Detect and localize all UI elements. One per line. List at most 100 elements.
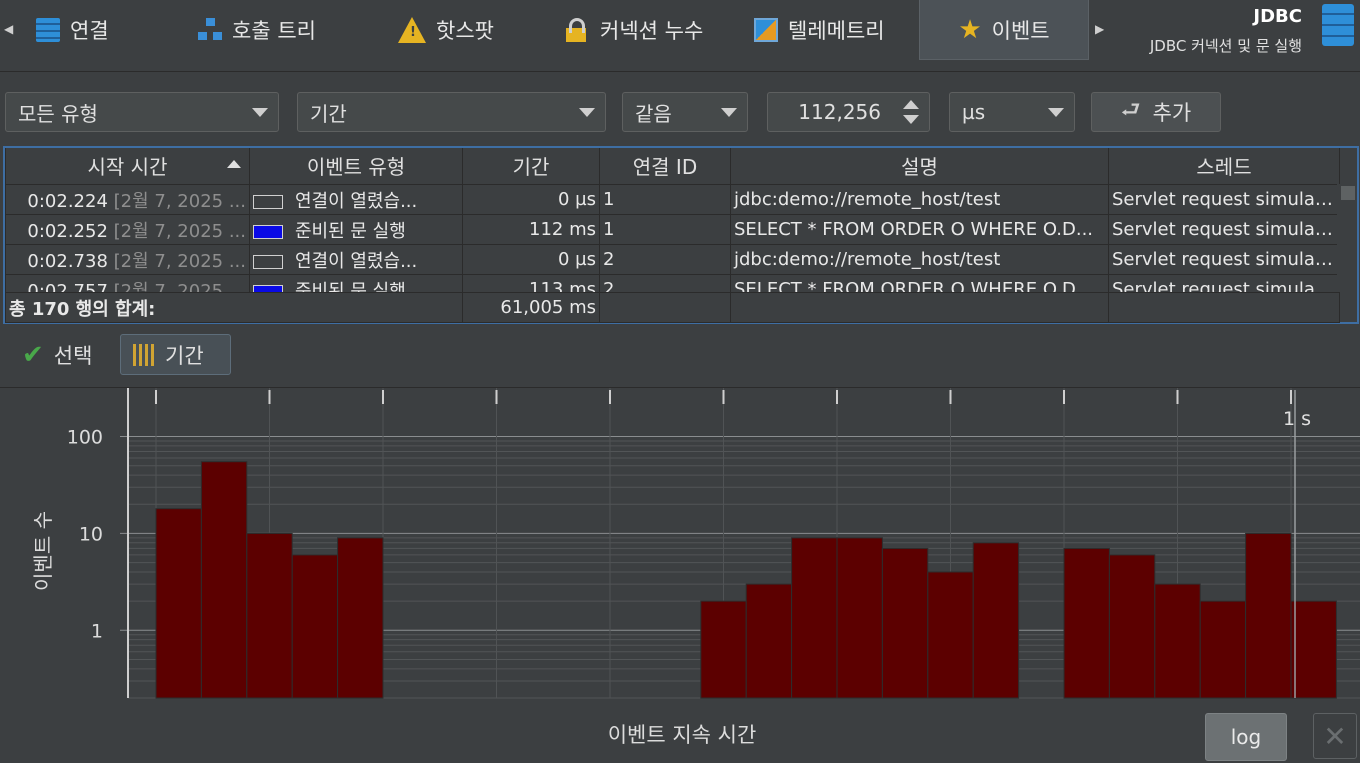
histogram-bar xyxy=(1063,547,1110,699)
column-header-connection-id[interactable]: 연결 ID xyxy=(599,148,731,185)
histogram-bar xyxy=(155,508,202,699)
tab-label: 핫스팟 xyxy=(436,19,494,43)
event-type-value: 모든 유형 xyxy=(18,101,98,126)
table-row[interactable]: 0:02.757 [2월 7, 2025 ... 준비된 문 실행 113 ms… xyxy=(5,274,1339,292)
tab-label: 이벤트 xyxy=(991,18,1050,43)
filter-value-spinner[interactable]: 112,256 xyxy=(767,92,930,132)
tab-telemetry[interactable]: 텔레메트리 xyxy=(740,0,899,60)
close-icon: ✕ xyxy=(1323,719,1347,753)
select-mode-button[interactable]: ✔ 선택 xyxy=(10,334,104,376)
star-icon: ★ xyxy=(958,14,982,45)
event-type-select[interactable]: 모든 유형 xyxy=(5,92,279,132)
table-scrollbar[interactable] xyxy=(1337,184,1355,292)
histogram-bar xyxy=(881,547,929,699)
histogram-icon xyxy=(133,343,155,366)
filter-field-value: 기간 xyxy=(310,101,347,126)
filter-unit-value: µs xyxy=(962,100,986,124)
events-table[interactable]: 시작 시간 이벤트 유형 기간 연결 ID 설명 스레드 0:02.224 [2… xyxy=(3,146,1359,324)
cell-duration: 113 ms xyxy=(462,274,600,292)
cell-description: SELECT * FROM ORDER O WHERE O.D... xyxy=(730,214,1109,245)
warning-icon: ! xyxy=(398,17,426,43)
filter-field-select[interactable]: 기간 xyxy=(297,92,606,132)
total-label: 총 170 행의 합계: xyxy=(5,292,463,323)
cell-event-type: 준비된 문 실행 xyxy=(249,274,463,292)
call-tree-icon xyxy=(198,18,222,42)
add-filter-button[interactable]: ⮐ 추가 xyxy=(1091,92,1221,132)
histogram-bar xyxy=(1290,600,1337,699)
histogram-bar xyxy=(972,542,1020,699)
spinner-down-icon[interactable] xyxy=(903,115,919,124)
events-table-header: 시작 시간 이벤트 유형 기간 연결 ID 설명 스레드 xyxy=(5,148,1340,185)
x-axis-label: 이벤트 지속 시간 xyxy=(608,723,757,747)
cell-connection-id: 2 xyxy=(599,274,731,292)
column-header-event-type[interactable]: 이벤트 유형 xyxy=(249,148,463,185)
cell-start-time: 0:02.252 [2월 7, 2025 ... xyxy=(5,214,250,245)
column-label: 설명 xyxy=(901,155,938,180)
database-icon xyxy=(36,18,60,42)
view-subtitle: JDBC 커넥션 및 문 실행 xyxy=(1149,37,1302,55)
table-scrollbar-thumb[interactable] xyxy=(1341,186,1355,200)
cell-event-type: 연결이 열렸습... xyxy=(249,184,463,215)
log-label: log xyxy=(1230,725,1262,749)
chevron-down-icon xyxy=(252,108,268,117)
close-chart-button[interactable]: ✕ xyxy=(1313,713,1357,759)
table-row[interactable]: 0:02.252 [2월 7, 2025 ... 준비된 문 실행 112 ms… xyxy=(5,214,1339,245)
filter-operator-select[interactable]: 같음 xyxy=(622,92,748,132)
column-label: 기간 xyxy=(512,155,550,180)
histogram-bar xyxy=(700,600,747,699)
y-tick-label: 1 xyxy=(91,620,103,642)
cell-start-time: 0:02.757 [2월 7, 2025 ... xyxy=(5,274,250,292)
lock-icon xyxy=(566,18,590,42)
column-label: 스레드 xyxy=(1196,155,1252,180)
log-scale-toggle-button[interactable]: log xyxy=(1205,713,1287,761)
column-header-thread[interactable]: 스레드 xyxy=(1108,148,1340,185)
event-type-swatch xyxy=(253,254,283,269)
column-header-start-time[interactable]: 시작 시간 xyxy=(5,148,250,185)
cell-duration: 112 ms xyxy=(462,214,600,245)
event-type-swatch xyxy=(253,194,283,209)
return-arrow-icon: ⮐ xyxy=(1120,98,1141,123)
cell-thread: Servlet request simulat... xyxy=(1108,214,1339,245)
y-tick-label: 10 xyxy=(79,523,103,545)
tab-connections[interactable]: 연결 xyxy=(22,0,123,60)
column-header-duration[interactable]: 기간 xyxy=(462,148,600,185)
filter-operator-value: 같음 xyxy=(635,101,672,126)
tab-connection-leaks[interactable]: 커넥션 누수 xyxy=(552,0,717,60)
histogram-bar xyxy=(246,532,293,699)
column-header-description[interactable]: 설명 xyxy=(730,148,1109,185)
tab-events[interactable]: ★ 이벤트 xyxy=(919,0,1089,60)
view-header: JDBC JDBC 커넥션 및 문 실행 xyxy=(1150,6,1302,56)
histogram-bar xyxy=(745,583,793,699)
tab-bar: ◀ 연결 호출 트리 ! 핫스팟 커넥션 누수 텔레메트리 ★ 이벤트 ▶ JD… xyxy=(0,0,1360,72)
table-body[interactable]: 0:02.224 [2월 7, 2025 ... 연결이 열렸습... 0 µs… xyxy=(5,184,1339,292)
sort-ascending-icon xyxy=(227,160,241,168)
spinner-up-icon[interactable] xyxy=(903,100,919,109)
select-mode-label: 선택 xyxy=(53,344,93,368)
total-duration: 61,005 ms xyxy=(462,292,600,323)
column-label: 이벤트 유형 xyxy=(306,155,406,180)
y-tick-label: 100 xyxy=(67,427,103,449)
cell-event-type: 연결이 열렸습... xyxy=(249,244,463,275)
duration-histogram[interactable]: 100 10 1 1 s 이벤트 수이벤트 지속 시간 xyxy=(0,388,1360,763)
checkmark-icon: ✔ xyxy=(22,340,44,370)
cell-connection-id: 2 xyxy=(599,244,731,275)
cell-thread: Servlet request simulat... xyxy=(1108,244,1339,275)
histogram-bar xyxy=(337,537,384,699)
cell-connection-id: 1 xyxy=(599,184,731,215)
duration-mode-label: 기간 xyxy=(165,343,204,368)
table-row[interactable]: 0:02.224 [2월 7, 2025 ... 연결이 열렸습... 0 µs… xyxy=(5,184,1339,215)
tab-hotspots[interactable]: ! 핫스팟 xyxy=(384,0,508,60)
tab-call-tree[interactable]: 호출 트리 xyxy=(184,0,330,60)
cell-thread: Servlet request simulat... xyxy=(1108,274,1339,292)
duration-mode-button[interactable]: 기간 xyxy=(120,334,231,375)
table-row[interactable]: 0:02.738 [2월 7, 2025 ... 연결이 열렸습... 0 µs… xyxy=(5,244,1339,275)
histogram-bar xyxy=(1245,532,1292,699)
telemetry-icon xyxy=(754,18,778,42)
histogram-bar xyxy=(791,537,838,699)
tab-scroll-left-icon[interactable]: ◀ xyxy=(4,22,13,36)
tab-label: 호출 트리 xyxy=(232,19,316,43)
chevron-down-icon xyxy=(579,108,595,117)
filter-unit-select[interactable]: µs xyxy=(949,92,1075,132)
tab-scroll-right-icon[interactable]: ▶ xyxy=(1095,22,1104,36)
histogram-bar xyxy=(291,554,339,699)
